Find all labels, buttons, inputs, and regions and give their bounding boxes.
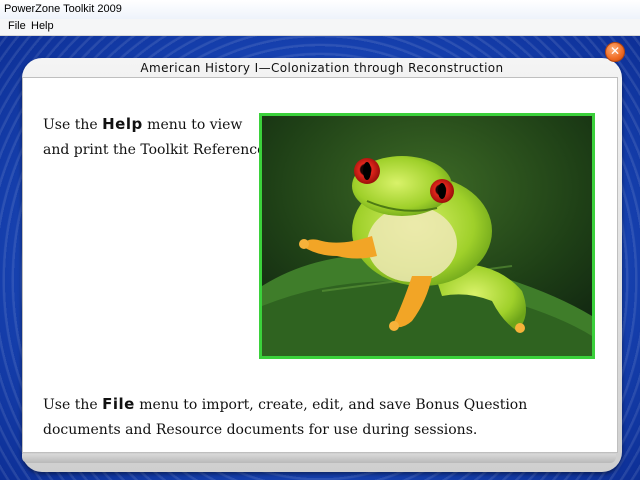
menu-bar: File Help: [0, 19, 640, 36]
menu-file[interactable]: File: [8, 20, 26, 32]
help-suffix: menu to view: [142, 117, 243, 133]
window-titlebar: PowerZone Toolkit 2009: [0, 0, 640, 20]
menu-help[interactable]: Help: [31, 20, 54, 32]
window-title: PowerZone Toolkit 2009: [4, 3, 122, 15]
help-keyword: Help: [102, 115, 143, 133]
help-line2: and print the Toolkit Reference.: [43, 142, 270, 158]
frog-image: [259, 113, 595, 359]
file-prefix: Use the: [43, 397, 103, 413]
close-icon[interactable]: ✕: [605, 42, 625, 62]
panel-heading: American History I—Colonization through …: [140, 61, 504, 75]
help-prefix: Use the: [43, 117, 103, 133]
panel-bottom-bar: [22, 454, 616, 463]
file-instructions: Use the File menu to import, create, edi…: [43, 392, 603, 443]
panel-content: Use the Help menu to view and print the …: [22, 77, 618, 453]
help-instructions: Use the Help menu to view and print the …: [43, 112, 270, 163]
file-keyword: File: [102, 395, 135, 413]
